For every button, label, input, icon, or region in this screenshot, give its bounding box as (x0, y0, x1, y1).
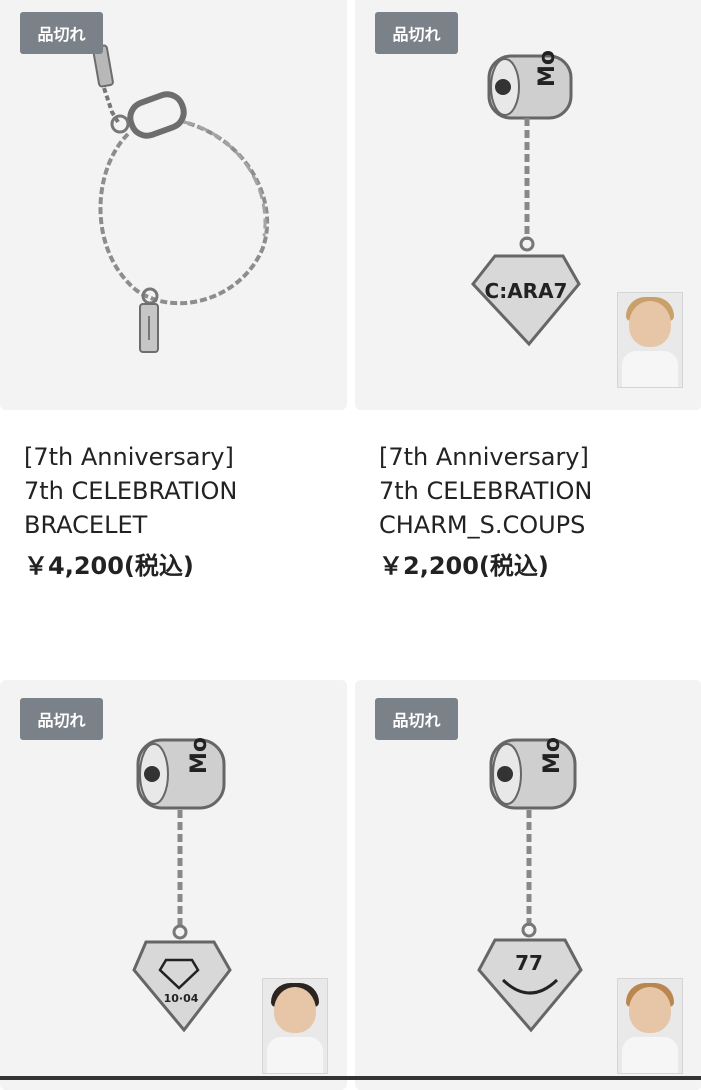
charm-text: 10·04 (164, 992, 199, 1005)
product-image-area[interactable]: 品切れ (0, 0, 347, 410)
photocard-image (617, 978, 683, 1074)
photocard-shirt (267, 1037, 323, 1073)
photocard-face (629, 987, 671, 1033)
product-image-area[interactable]: Mo C:ARA7 品切れ (355, 0, 701, 410)
product-info[interactable]: [7th Anniversary] 7th CELEBRATION BRACEL… (0, 410, 347, 581)
photocard-face (274, 987, 316, 1033)
photocard-face (629, 301, 671, 347)
sold-out-badge: 品切れ (20, 12, 103, 54)
bottom-divider (0, 1076, 701, 1080)
photocard-image (262, 978, 328, 1074)
photocard-image (617, 292, 683, 388)
product-card[interactable]: Mo 77 品切れ (355, 680, 701, 1090)
product-info[interactable]: [7th Anniversary] 7th CELEBRATION CHARM_… (355, 410, 701, 581)
bead-text: Mo (187, 737, 212, 774)
product-image-area[interactable]: Mo 77 品切れ (355, 680, 701, 1090)
product-card[interactable]: Mo C:ARA7 品切れ [7th Anniversary] 7th CELE… (355, 0, 701, 581)
sold-out-badge: 品切れ (20, 698, 103, 740)
charm-text: 77 (515, 951, 543, 975)
product-name-line-1[interactable]: [7th Anniversary] (24, 440, 347, 474)
product-price: ￥2,200(税込) (379, 552, 549, 580)
bead-text: Mo (540, 737, 565, 774)
product-name-line-3[interactable]: BRACELET (24, 508, 347, 542)
bracelet-image (92, 44, 270, 353)
product-name-line-2[interactable]: 7th CELEBRATION (379, 474, 701, 508)
product-price: ￥4,200(税込) (24, 552, 194, 580)
product-name-line-3[interactable]: CHARM_S.COUPS (379, 508, 701, 542)
product-card[interactable]: Mo 10·04 品切れ (0, 680, 347, 1090)
sold-out-badge: 品切れ (375, 698, 458, 740)
product-name-line-1[interactable]: [7th Anniversary] (379, 440, 701, 474)
product-name-line-2[interactable]: 7th CELEBRATION (24, 474, 347, 508)
bead-text: Mo (535, 50, 560, 87)
photocard-shirt (622, 351, 678, 387)
photocard-shirt (622, 1037, 678, 1073)
charm-text: C:ARA7 (485, 279, 568, 303)
product-image-area[interactable]: Mo 10·04 品切れ (0, 680, 347, 1090)
product-card[interactable]: 品切れ [7th Anniversary] 7th CELEBRATION BR… (0, 0, 347, 581)
sold-out-badge: 品切れ (375, 12, 458, 54)
